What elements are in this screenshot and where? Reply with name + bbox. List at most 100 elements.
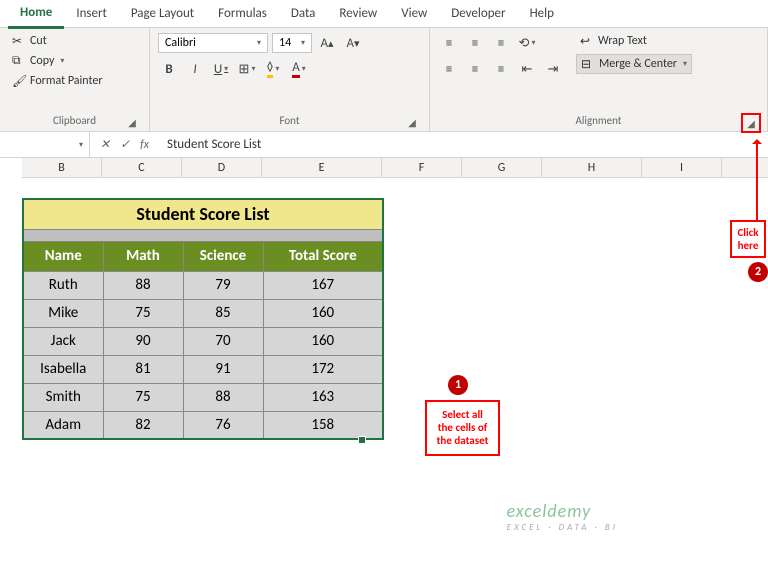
table-cell[interactable]: 76 — [183, 411, 263, 439]
table-cell[interactable]: 75 — [103, 299, 183, 327]
tab-page-layout[interactable]: Page Layout — [119, 0, 206, 27]
column-header[interactable]: H — [542, 158, 642, 177]
format-painter-button[interactable]: 🖌 Format Painter — [8, 72, 107, 90]
table-cell[interactable]: 82 — [103, 411, 183, 439]
table-cell[interactable]: 160 — [263, 299, 383, 327]
watermark: exceldemy EXCEL · DATA · BI — [507, 500, 618, 533]
align-right-button[interactable]: ≡ — [490, 58, 512, 80]
column-header[interactable]: F — [382, 158, 462, 177]
table-cell[interactable]: 172 — [263, 355, 383, 383]
decrease-font-button[interactable]: A▾ — [342, 32, 364, 54]
table-header[interactable]: Name — [23, 241, 103, 271]
align-left-button[interactable]: ≡ — [438, 58, 460, 80]
tab-home[interactable]: Home — [8, 0, 64, 29]
table-cell[interactable]: 88 — [103, 271, 183, 299]
column-headers: BCDEFGHI — [22, 158, 768, 178]
cut-label: Cut — [30, 34, 47, 48]
table-cell[interactable]: 81 — [103, 355, 183, 383]
table-cell[interactable]: 75 — [103, 383, 183, 411]
table-cell[interactable]: Jack — [23, 327, 103, 355]
cancel-icon[interactable]: ✕ — [100, 137, 110, 152]
align-top-button[interactable]: ≡ — [438, 32, 460, 54]
column-header[interactable]: E — [262, 158, 382, 177]
table-cell[interactable]: 91 — [183, 355, 263, 383]
column-header[interactable]: G — [462, 158, 542, 177]
tab-review[interactable]: Review — [327, 0, 389, 27]
formula-input[interactable]: Student Score List — [159, 137, 768, 152]
table-cell[interactable]: Mike — [23, 299, 103, 327]
font-name-select[interactable]: Calibri▾ — [158, 33, 268, 53]
column-header[interactable]: C — [102, 158, 182, 177]
table-cell[interactable]: 163 — [263, 383, 383, 411]
worksheet[interactable]: Student Score List NameMathScienceTotal S… — [0, 178, 768, 440]
bold-button[interactable]: B — [158, 58, 180, 80]
annotation-callout-2: Click here — [730, 220, 766, 258]
align-middle-button[interactable]: ≡ — [464, 32, 486, 54]
tab-help[interactable]: Help — [518, 0, 566, 27]
tab-data[interactable]: Data — [279, 0, 328, 27]
alignment-launcher-icon[interactable]: ◢ — [741, 113, 761, 133]
ribbon: ✂Cut ⧉Copy▾ 🖌 Format Painter Clipboard◢ C… — [0, 28, 768, 132]
table-header[interactable]: Total Score — [263, 241, 383, 271]
fill-color-button[interactable]: ◊▾ — [262, 58, 284, 80]
table-cell[interactable]: 167 — [263, 271, 383, 299]
underline-button[interactable]: U▾ — [210, 58, 232, 80]
merge-label: Merge & Center — [599, 57, 677, 71]
cut-button[interactable]: ✂Cut — [8, 32, 107, 50]
bucket-icon: ◊ — [267, 60, 274, 78]
table-cell[interactable]: 160 — [263, 327, 383, 355]
increase-indent-button[interactable]: ⇥ — [542, 58, 564, 80]
table-cell[interactable]: 79 — [183, 271, 263, 299]
table-header[interactable]: Science — [183, 241, 263, 271]
table-cell[interactable]: Adam — [23, 411, 103, 439]
table-cell[interactable]: 88 — [183, 383, 263, 411]
table-cell[interactable]: Ruth — [23, 271, 103, 299]
column-header[interactable]: I — [642, 158, 722, 177]
table-title[interactable]: Student Score List — [23, 199, 383, 229]
column-header[interactable]: B — [22, 158, 102, 177]
align-bottom-button[interactable]: ≡ — [490, 32, 512, 54]
copy-button[interactable]: ⧉Copy▾ — [8, 52, 107, 70]
table-cell[interactable]: Isabella — [23, 355, 103, 383]
formula-bar: ▾ ✕ ✓ fx Student Score List — [0, 132, 768, 158]
align-center-button[interactable]: ≡ — [464, 58, 486, 80]
table-header[interactable]: Math — [103, 241, 183, 271]
chevron-down-icon: ▾ — [60, 56, 64, 66]
clipboard-group-label: Clipboard◢ — [8, 112, 141, 131]
font-launcher-icon[interactable]: ◢ — [405, 115, 419, 129]
table-cell[interactable]: 70 — [183, 327, 263, 355]
fx-icon[interactable]: fx — [140, 138, 149, 152]
tab-insert[interactable]: Insert — [64, 0, 119, 27]
annotation-badge-1: 1 — [448, 375, 468, 395]
tab-developer[interactable]: Developer — [439, 0, 517, 27]
tab-view[interactable]: View — [389, 0, 439, 27]
table-cell[interactable]: 90 — [103, 327, 183, 355]
table-cell[interactable]: 158 — [263, 411, 383, 439]
orientation-button[interactable]: ⟲▾ — [516, 32, 538, 54]
italic-button[interactable]: I — [184, 58, 206, 80]
name-box[interactable]: ▾ — [0, 132, 90, 157]
painter-label: Format Painter — [30, 74, 103, 88]
table-cell[interactable]: 85 — [183, 299, 263, 327]
table-gap[interactable] — [23, 229, 383, 241]
font-color-button[interactable]: A▾ — [288, 58, 310, 80]
font-group-label: Font◢ — [158, 112, 421, 131]
brush-icon: 🖌 — [12, 74, 26, 88]
tab-formulas[interactable]: Formulas — [206, 0, 279, 27]
student-score-table[interactable]: Student Score List NameMathScienceTotal S… — [22, 198, 384, 440]
merge-center-button[interactable]: ⊟Merge & Center▾ — [576, 54, 692, 74]
decrease-indent-button[interactable]: ⇤ — [516, 58, 538, 80]
clipboard-group: ✂Cut ⧉Copy▾ 🖌 Format Painter Clipboard◢ — [0, 28, 150, 131]
watermark-sub: EXCEL · DATA · BI — [507, 522, 618, 533]
fill-handle[interactable] — [358, 436, 366, 444]
increase-font-button[interactable]: A▴ — [316, 32, 338, 54]
enter-icon[interactable]: ✓ — [120, 137, 130, 152]
borders-button[interactable]: ⊞▾ — [236, 58, 258, 80]
annotation-callout-1: Select all the cells of the dataset — [425, 400, 500, 456]
wrap-text-button[interactable]: ↩Wrap Text — [576, 32, 692, 50]
clipboard-launcher-icon[interactable]: ◢ — [125, 115, 139, 129]
font-size-select[interactable]: 14▾ — [272, 33, 312, 53]
column-header[interactable]: D — [182, 158, 262, 177]
annotation-badge-2: 2 — [748, 262, 768, 282]
table-cell[interactable]: Smith — [23, 383, 103, 411]
